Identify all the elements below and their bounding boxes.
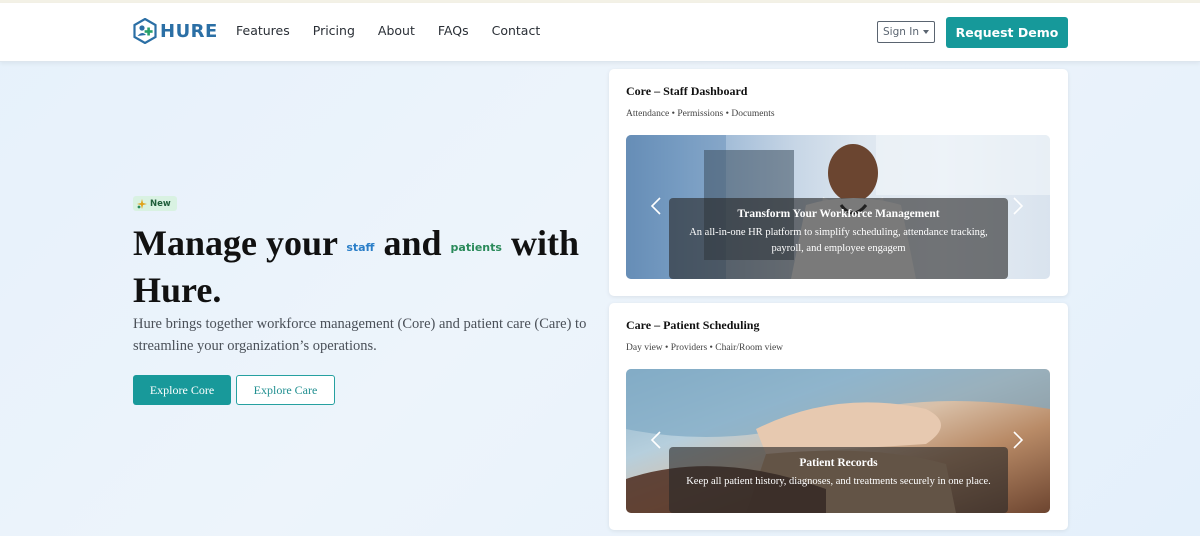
caption-text: Keep all patient history, diagnoses, and… bbox=[686, 476, 991, 487]
core-staff-dashboard-card: Core – Staff Dashboard Attendance • Perm… bbox=[609, 69, 1068, 296]
brand-logo[interactable]: HURE bbox=[133, 18, 218, 44]
hero-headline: Manage your staff and patients with Hure… bbox=[133, 222, 593, 311]
nav-link-features[interactable]: Features bbox=[236, 23, 290, 38]
navbar: HURE Features Pricing About FAQs Contact… bbox=[0, 3, 1200, 62]
card-subtitle: Attendance • Permissions • Documents bbox=[626, 109, 775, 119]
carousel-prev-icon[interactable] bbox=[650, 197, 662, 215]
carousel-prev-icon[interactable] bbox=[650, 431, 662, 449]
card-title: Core – Staff Dashboard bbox=[626, 84, 748, 98]
nav-link-contact[interactable]: Contact bbox=[492, 23, 541, 38]
caption-text: An all-in-one HR platform to simplify sc… bbox=[689, 227, 988, 254]
card-title: Care – Patient Scheduling bbox=[626, 318, 760, 332]
carousel-slide: Transform Your Workforce Management An a… bbox=[626, 135, 1050, 279]
medical-plus-icon bbox=[133, 18, 157, 44]
care-patient-scheduling-card: Care – Patient Scheduling Day view • Pro… bbox=[609, 303, 1068, 530]
badge-label: New bbox=[150, 198, 171, 209]
carousel-next-icon[interactable] bbox=[1012, 197, 1024, 215]
slide-caption: Patient Records Keep all patient history… bbox=[669, 447, 1008, 513]
headline-part-2: and bbox=[383, 223, 442, 263]
nav-link-about[interactable]: About bbox=[378, 23, 415, 38]
rotating-word-staff: staff bbox=[346, 241, 375, 254]
request-demo-button[interactable]: Request Demo bbox=[946, 17, 1068, 48]
nav-link-pricing[interactable]: Pricing bbox=[313, 23, 355, 38]
rotating-word-patients: patients bbox=[450, 241, 502, 254]
caption-title: Transform Your Workforce Management bbox=[737, 208, 940, 220]
nav-link-faqs[interactable]: FAQs bbox=[438, 23, 469, 38]
caption-title: Patient Records bbox=[799, 457, 878, 469]
sign-in-dropdown[interactable]: Sign In bbox=[877, 21, 935, 43]
card-subtitle: Day view • Providers • Chair/Room view bbox=[626, 343, 784, 353]
sign-in-label: Sign In bbox=[883, 26, 919, 38]
slide-caption: Transform Your Workforce Management An a… bbox=[669, 198, 1008, 279]
carousel-slide: Patient Records Keep all patient history… bbox=[626, 369, 1050, 513]
headline-part-1: Manage your bbox=[133, 223, 338, 263]
brand-name: HURE bbox=[160, 20, 218, 42]
carousel-next-icon[interactable] bbox=[1012, 431, 1024, 449]
caret-down-icon bbox=[923, 30, 929, 34]
hero-subtext: Hure brings together workforce managemen… bbox=[133, 316, 587, 354]
explore-core-button[interactable]: Explore Core bbox=[133, 375, 231, 405]
explore-care-button[interactable]: Explore Care bbox=[236, 375, 335, 405]
nav-links: Features Pricing About FAQs Contact bbox=[236, 23, 540, 38]
sparkle-icon bbox=[137, 198, 147, 209]
new-badge: New bbox=[133, 196, 177, 211]
